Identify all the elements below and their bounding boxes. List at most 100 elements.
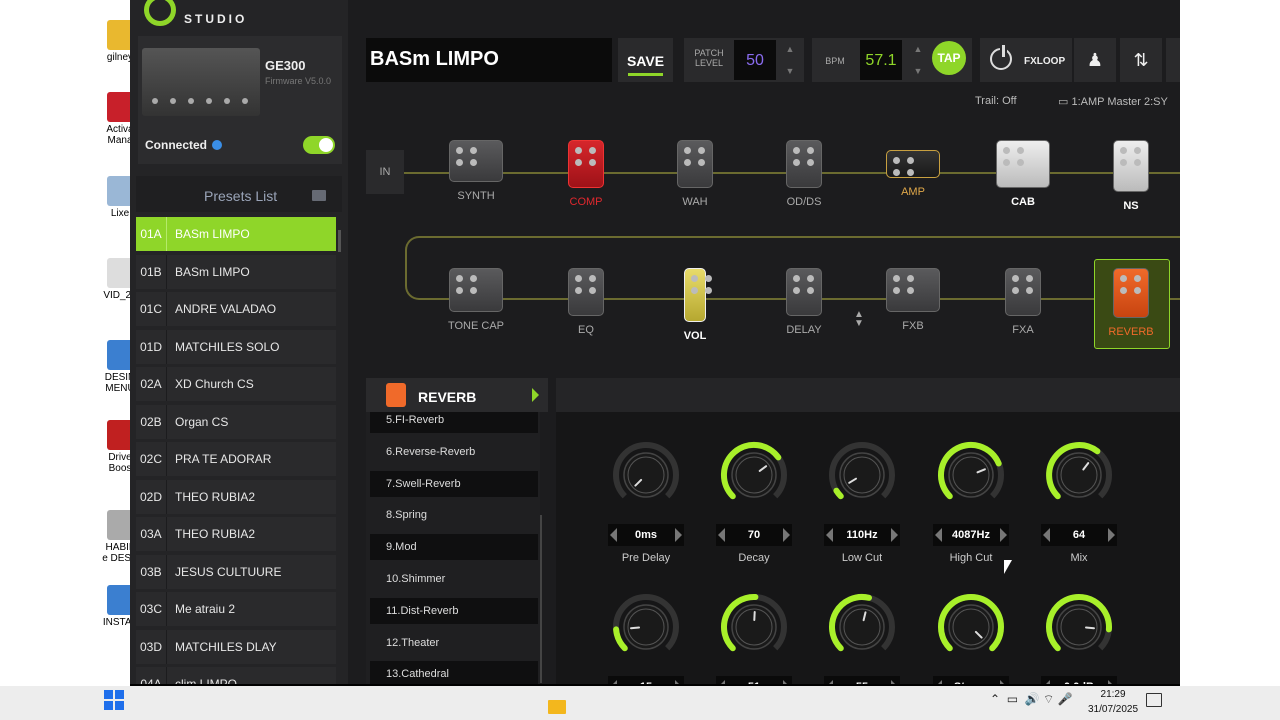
- knob-value[interactable]: Stereo: [933, 676, 1009, 684]
- swap-icon[interactable]: ▲ ▼: [854, 310, 864, 329]
- knob-high-cut[interactable]: [936, 440, 1006, 510]
- right-arrow-icon[interactable]: [1108, 528, 1115, 542]
- left-arrow-icon[interactable]: [718, 680, 725, 684]
- reverb-type-item[interactable]: 11.Dist-Reverb: [370, 597, 538, 624]
- bpm-value[interactable]: 57.1: [860, 40, 902, 80]
- preset-item[interactable]: 04A clim LIMPO: [136, 667, 336, 684]
- chain-pedal-comp[interactable]: COMP: [546, 140, 626, 208]
- chain-pedal-eq[interactable]: EQ: [546, 268, 626, 336]
- left-arrow-icon[interactable]: [1043, 680, 1050, 684]
- more-icon[interactable]: [1166, 38, 1180, 82]
- chain-pedal-vol[interactable]: VOL: [655, 268, 735, 342]
- chain-pedal-cab[interactable]: CAB: [983, 140, 1063, 208]
- knob-param-5[interactable]: [1044, 592, 1114, 662]
- chain-pedal-amp[interactable]: AMP: [873, 140, 953, 198]
- preset-item[interactable]: 03A THEO RUBIA2: [136, 517, 336, 551]
- right-arrow-icon[interactable]: [1108, 680, 1115, 684]
- chain-pedal-tonecap[interactable]: TONE CAP: [436, 268, 516, 332]
- folder-icon[interactable]: [312, 190, 326, 201]
- knob-param-3[interactable]: [827, 592, 897, 662]
- knob-pre-delay[interactable]: [611, 440, 681, 510]
- knob-value[interactable]: 70: [716, 524, 792, 546]
- preset-item[interactable]: 01A BASm LIMPO: [136, 217, 336, 251]
- windows-start-icon[interactable]: [104, 690, 124, 710]
- preset-item[interactable]: 02C PRA TE ADORAR: [136, 442, 336, 476]
- knob-value[interactable]: 4087Hz: [933, 524, 1009, 546]
- left-arrow-icon[interactable]: [610, 680, 617, 684]
- reverb-type-item[interactable]: 6.Reverse-Reverb: [370, 439, 538, 465]
- fx-toggle-icon[interactable]: [532, 388, 539, 402]
- left-arrow-icon[interactable]: [826, 528, 833, 542]
- io-icon[interactable]: ⇅: [1120, 38, 1162, 82]
- bpm-down-icon[interactable]: ▼: [908, 62, 928, 80]
- knob-value[interactable]: 0ms: [608, 524, 684, 546]
- reverb-type-item[interactable]: 13.Cathedral: [370, 661, 538, 684]
- right-arrow-icon[interactable]: [675, 528, 682, 542]
- bpm-up-icon[interactable]: ▲: [908, 40, 928, 58]
- preset-item[interactable]: 02D THEO RUBIA2: [136, 479, 336, 514]
- preset-item[interactable]: 01B BASm LIMPO: [136, 254, 336, 289]
- reverb-type-item[interactable]: 8.Spring: [370, 502, 538, 528]
- connection-toggle[interactable]: [303, 136, 335, 154]
- knob-value[interactable]: 55: [824, 676, 900, 684]
- knob-value[interactable]: 110Hz: [824, 524, 900, 546]
- chain-pedal-synth[interactable]: SYNTH: [436, 140, 516, 202]
- knob-param-2[interactable]: [719, 592, 789, 662]
- clock[interactable]: 21:29 31/07/2025: [1088, 687, 1138, 717]
- left-arrow-icon[interactable]: [718, 528, 725, 542]
- right-arrow-icon[interactable]: [783, 528, 790, 542]
- patch-level-up-icon[interactable]: ▲: [780, 40, 800, 58]
- type-scrollbar[interactable]: [540, 515, 542, 683]
- preset-item[interactable]: 02A XD Church CS: [136, 367, 336, 401]
- patch-level-down-icon[interactable]: ▼: [780, 62, 800, 80]
- reverb-type-item[interactable]: 10.Shimmer: [370, 566, 538, 592]
- left-arrow-icon[interactable]: [826, 680, 833, 684]
- tuner-icon[interactable]: ♟: [1074, 38, 1116, 82]
- right-arrow-icon[interactable]: [891, 528, 898, 542]
- left-arrow-icon[interactable]: [935, 528, 942, 542]
- right-arrow-icon[interactable]: [1000, 680, 1007, 684]
- chain-pedal-wah[interactable]: WAH: [655, 140, 735, 208]
- right-arrow-icon[interactable]: [675, 680, 682, 684]
- system-tray-icons[interactable]: ⌃ ▭ 🔊 ⌔ 🎤: [990, 692, 1073, 707]
- chain-pedal-fxa[interactable]: FXA: [983, 268, 1063, 336]
- save-button[interactable]: SAVE: [618, 38, 673, 82]
- input-block[interactable]: IN: [366, 150, 404, 194]
- preset-item[interactable]: 01C ANDRE VALADAO: [136, 292, 336, 326]
- knob-param-1[interactable]: [611, 592, 681, 662]
- tap-button[interactable]: TAP: [932, 41, 966, 75]
- left-arrow-icon[interactable]: [610, 528, 617, 542]
- knob-value[interactable]: 64: [1041, 524, 1117, 546]
- chain-pedal-delay[interactable]: DELAY: [764, 268, 844, 336]
- notification-icon[interactable]: [1146, 693, 1162, 707]
- knob-value[interactable]: 0.0dB: [1041, 676, 1117, 684]
- right-arrow-icon[interactable]: [783, 680, 790, 684]
- reverb-type-item[interactable]: 5.FI-Reverb: [370, 412, 538, 433]
- chain-pedal-fxb[interactable]: FXB: [873, 268, 953, 332]
- patch-level-value[interactable]: 50: [734, 40, 776, 80]
- reverb-type-item[interactable]: 12.Theater: [370, 630, 538, 656]
- right-arrow-icon[interactable]: [1000, 528, 1007, 542]
- file-explorer-icon[interactable]: [548, 700, 566, 714]
- knob-low-cut[interactable]: [827, 440, 897, 510]
- chain-pedal-odds[interactable]: OD/DS: [764, 140, 844, 208]
- preset-item[interactable]: 02B Organ CS: [136, 404, 336, 439]
- knob-value[interactable]: 51: [716, 676, 792, 684]
- right-arrow-icon[interactable]: [891, 680, 898, 684]
- patch-name[interactable]: BASm LIMPO: [366, 38, 612, 82]
- knob-value[interactable]: 15: [608, 676, 684, 684]
- chain-pedal-ns[interactable]: NS: [1091, 140, 1171, 212]
- preset-item[interactable]: 03B JESUS CULTUURE: [136, 554, 336, 589]
- preset-item[interactable]: 01D MATCHILES SOLO: [136, 329, 336, 364]
- reverb-type-item[interactable]: 9.Mod: [370, 534, 538, 561]
- preset-item[interactable]: 03D MATCHILES DLAY: [136, 629, 336, 664]
- knob-param-4[interactable]: [936, 592, 1006, 662]
- left-arrow-icon[interactable]: [935, 680, 942, 684]
- chain-pedal-reverb[interactable]: REVERB: [1091, 268, 1171, 338]
- knob-mix[interactable]: [1044, 440, 1114, 510]
- power-icon[interactable]: [990, 45, 1012, 70]
- left-arrow-icon[interactable]: [1043, 528, 1050, 542]
- preset-item[interactable]: 03C Me atraiu 2: [136, 592, 336, 626]
- knob-decay[interactable]: [719, 440, 789, 510]
- reverb-type-item[interactable]: 7.Swell-Reverb: [370, 470, 538, 497]
